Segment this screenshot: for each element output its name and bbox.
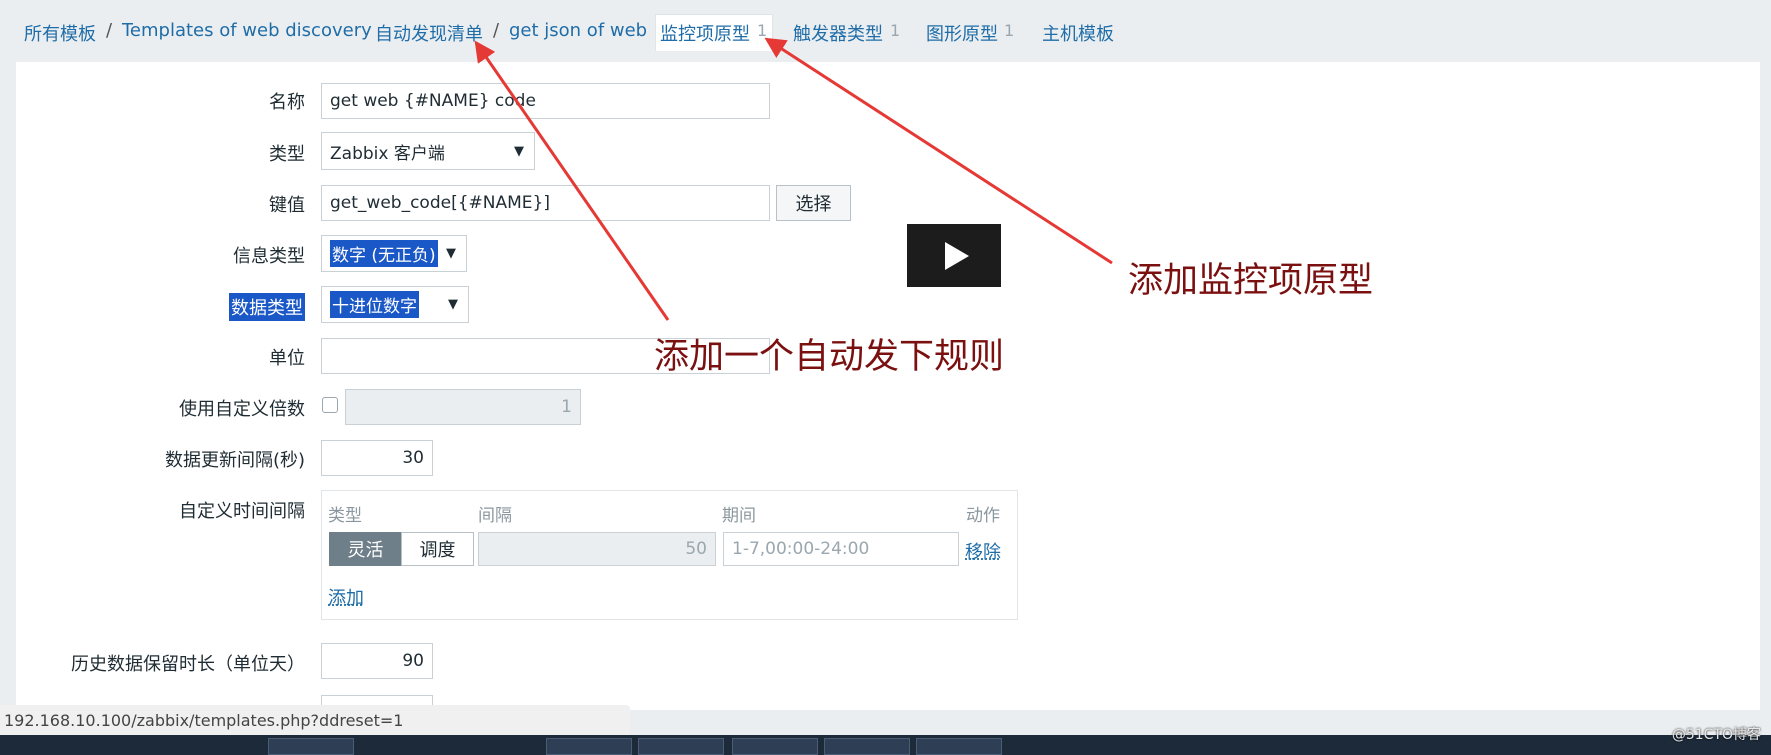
taskbar: [0, 735, 1771, 755]
watermark: @51CTO博客: [1671, 727, 1761, 743]
annotation-rule-note: 添加一个自动发下规则: [654, 337, 1005, 377]
annotation-tab-note: 添加监控项原型: [1128, 261, 1374, 301]
arrow-to-tab: [764, 37, 1113, 265]
taskbar-item[interactable]: [638, 738, 724, 755]
taskbar-item[interactable]: [824, 738, 910, 755]
taskbar-item[interactable]: [732, 738, 818, 755]
status-url-bar: 192.168.10.100/zabbix/templates.php?ddre…: [0, 705, 630, 735]
taskbar-item[interactable]: [916, 738, 1002, 755]
arrow-to-rule: [474, 40, 670, 321]
taskbar-item[interactable]: [546, 738, 632, 755]
taskbar-item[interactable]: [268, 738, 354, 755]
